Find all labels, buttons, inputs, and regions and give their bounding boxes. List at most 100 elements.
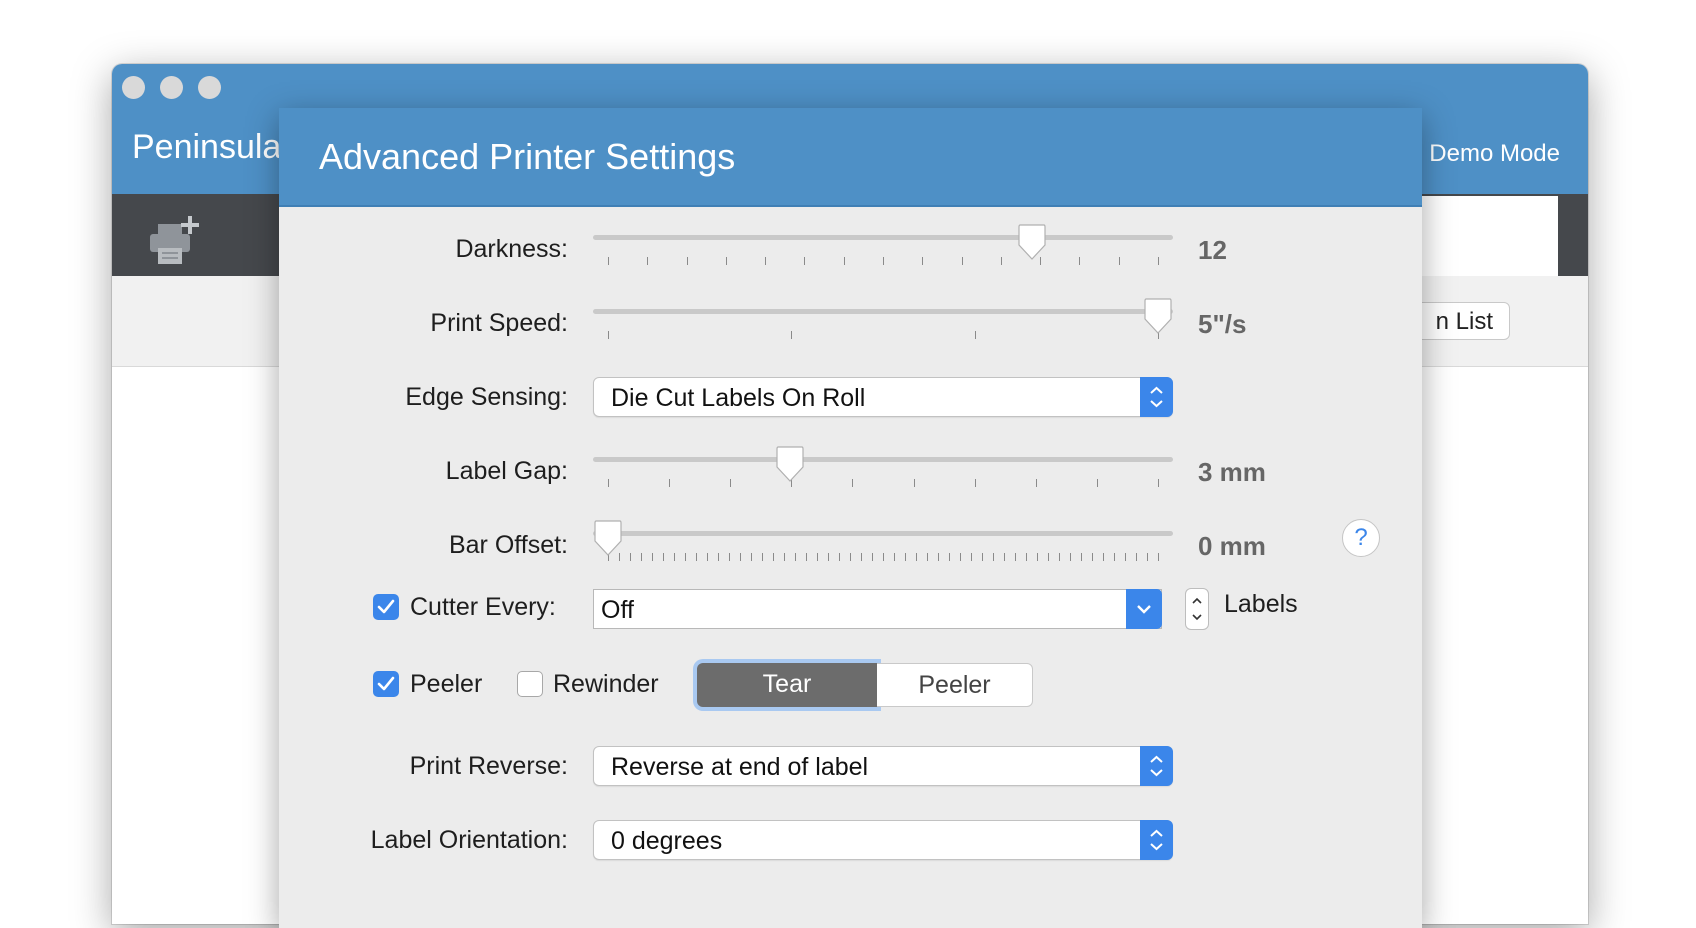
slider-tick xyxy=(1037,553,1038,561)
slider-tick xyxy=(725,257,727,265)
slider-tick xyxy=(707,553,708,561)
label-orientation-popup[interactable]: 0 degrees xyxy=(593,820,1173,860)
slider-tick xyxy=(1000,257,1002,265)
peeler-checkbox[interactable] xyxy=(373,671,399,697)
slider-tick xyxy=(1015,553,1016,561)
slider-tick xyxy=(762,553,763,561)
slider-tick xyxy=(1158,553,1159,561)
slider-tick xyxy=(850,553,851,561)
darkness-label: Darkness: xyxy=(455,235,568,263)
slider-tick xyxy=(608,479,609,487)
slider-thumb[interactable] xyxy=(775,445,805,483)
rewinder-checkbox[interactable] xyxy=(517,671,543,697)
slider-tick xyxy=(938,553,939,561)
slider-tick xyxy=(872,553,873,561)
slider-tick xyxy=(1158,479,1159,487)
slider-tick xyxy=(861,553,862,561)
demo-mode-label[interactable]: Demo Mode xyxy=(1429,140,1560,168)
slider-tick xyxy=(652,553,653,561)
zoom-window-button[interactable] xyxy=(198,76,221,99)
print-speed-label: Print Speed: xyxy=(430,309,568,337)
slider-tick xyxy=(883,257,884,265)
cutter-every-label: Cutter Every: xyxy=(410,593,556,621)
tear-peeler-segmented-control[interactable]: Tear Peeler xyxy=(697,663,1033,707)
bar-offset-label: Bar Offset: xyxy=(448,531,568,559)
slider-thumb[interactable] xyxy=(1017,223,1047,261)
slider-tick xyxy=(686,257,688,265)
label-orientation-label: Label Orientation: xyxy=(370,826,568,854)
slider-tick xyxy=(974,331,976,339)
slider-tick xyxy=(843,257,845,265)
slider-tick xyxy=(1081,553,1082,561)
slider-tick xyxy=(1004,553,1005,561)
toolbar-panel xyxy=(1422,196,1558,276)
cutter-every-value: Off xyxy=(601,596,634,624)
label-gap-slider[interactable] xyxy=(593,443,1173,493)
slider-tick xyxy=(839,553,840,561)
bar-offset-slider[interactable] xyxy=(593,517,1173,567)
cutter-count-stepper[interactable] xyxy=(1185,588,1209,630)
slider-thumb[interactable] xyxy=(1143,297,1173,335)
print-reverse-popup[interactable]: Reverse at end of label xyxy=(593,746,1173,786)
slider-tick xyxy=(751,553,752,561)
slider-tick xyxy=(641,553,642,561)
slider-tick xyxy=(1092,553,1093,561)
slider-tick xyxy=(960,553,961,561)
print-reverse-selected: Reverse at end of label xyxy=(611,753,869,781)
slider-tick xyxy=(740,553,741,561)
slider-tick xyxy=(784,553,785,561)
darkness-slider[interactable] xyxy=(593,221,1173,271)
minimize-window-button[interactable] xyxy=(160,76,183,99)
label-orientation-selected: 0 degrees xyxy=(611,827,723,855)
slider-tick xyxy=(916,553,917,561)
slider-thumb[interactable] xyxy=(593,519,623,557)
slider-tick xyxy=(718,553,719,561)
edge-sensing-popup[interactable]: Die Cut Labels On Roll xyxy=(593,377,1173,417)
slider-tick xyxy=(974,479,976,487)
slider-tick xyxy=(804,257,806,265)
rewinder-label: Rewinder xyxy=(553,670,659,698)
slider-tick xyxy=(894,553,895,561)
slider-tick xyxy=(765,257,767,265)
up-down-chevron-icon xyxy=(1140,820,1173,860)
slider-tick xyxy=(852,479,854,487)
slider-tick xyxy=(1136,553,1137,561)
slider-tick xyxy=(961,257,963,265)
slider-tick xyxy=(1096,479,1098,487)
slider-tick xyxy=(1147,553,1148,561)
print-reverse-label: Print Reverse: xyxy=(409,752,568,780)
slider-tick xyxy=(730,479,732,487)
slider-tick xyxy=(817,553,818,561)
segment-peeler[interactable]: Peeler xyxy=(877,663,1033,707)
slider-tick xyxy=(1114,553,1115,561)
slider-tick xyxy=(1118,257,1120,265)
slider-tick xyxy=(982,553,983,561)
dialog-title: Advanced Printer Settings xyxy=(319,136,736,177)
help-button[interactable]: ? xyxy=(1342,519,1380,557)
cutter-every-checkbox[interactable] xyxy=(373,594,399,620)
slider-tick xyxy=(1026,553,1027,561)
darkness-value: 12 xyxy=(1198,235,1227,265)
slider-tick xyxy=(971,553,972,561)
cutter-every-combo[interactable]: Off xyxy=(593,589,1162,629)
slider-track xyxy=(593,457,1173,462)
slider-tick xyxy=(927,553,928,561)
print-speed-slider[interactable] xyxy=(593,295,1173,345)
label-gap-value: 3 mm xyxy=(1198,457,1266,487)
slider-tick xyxy=(795,553,796,561)
slider-tick xyxy=(1079,257,1081,265)
close-window-button[interactable] xyxy=(122,76,145,99)
peeler-label: Peeler xyxy=(410,670,483,698)
bar-offset-value: 0 mm xyxy=(1198,531,1266,561)
slider-tick xyxy=(674,553,675,561)
labels-unit-label: Labels xyxy=(1224,590,1298,618)
up-down-chevron-icon xyxy=(1140,377,1173,417)
chevron-down-icon[interactable] xyxy=(1126,589,1162,629)
slider-tick xyxy=(630,553,631,561)
slider-tick xyxy=(669,479,671,487)
slider-track xyxy=(593,235,1173,240)
slider-tick xyxy=(685,553,686,561)
slider-tick xyxy=(696,553,697,561)
segment-tear[interactable]: Tear xyxy=(697,663,877,707)
slider-tick xyxy=(949,553,950,561)
